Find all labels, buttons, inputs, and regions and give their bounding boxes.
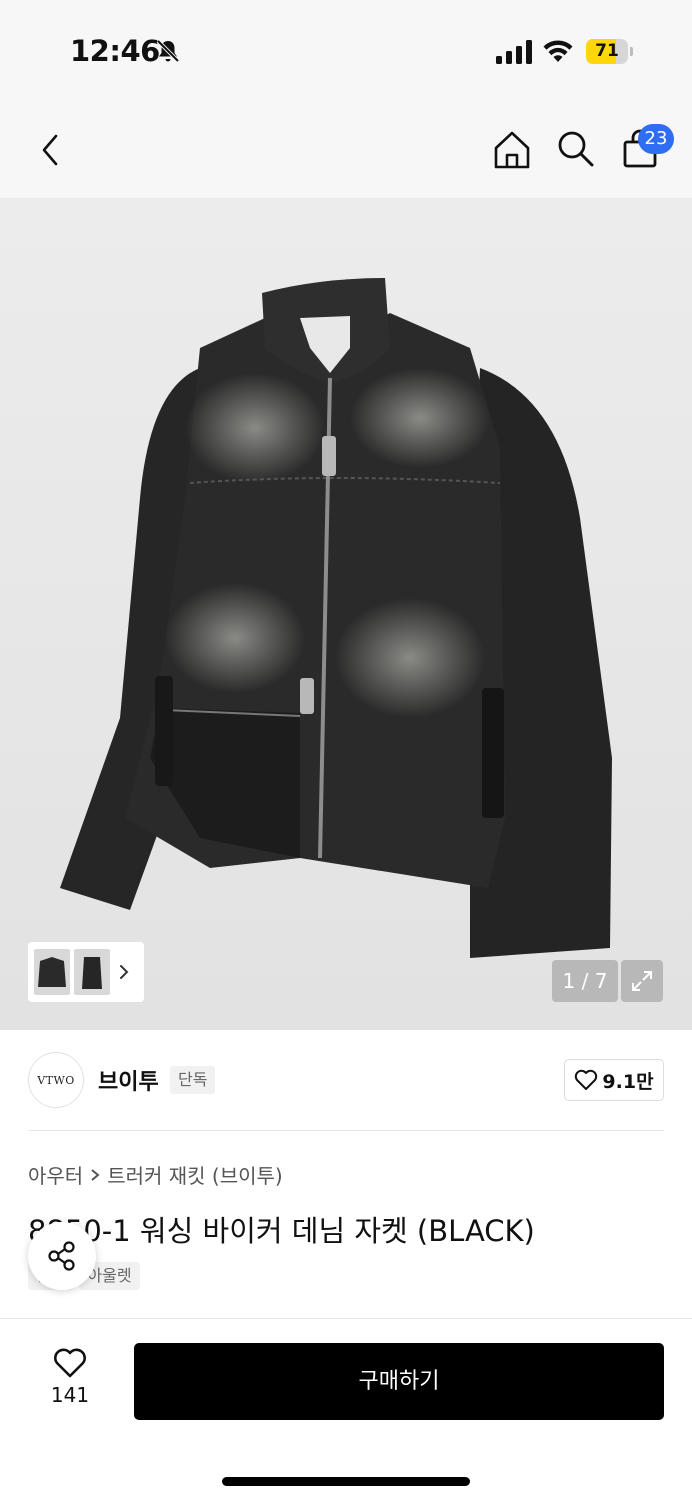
buy-button[interactable]: 구매하기 <box>134 1343 664 1420</box>
expand-icon <box>632 971 652 991</box>
share-icon <box>48 1241 75 1271</box>
divider <box>28 1130 664 1131</box>
brand-row[interactable]: VTWO 브이투 단독 9.1만 <box>28 1052 664 1110</box>
heart-icon <box>575 1069 598 1090</box>
wishlist-button[interactable]: 141 <box>30 1347 110 1417</box>
heart-icon <box>54 1348 86 1378</box>
back-button[interactable] <box>28 128 72 172</box>
chevron-right-icon <box>91 1168 100 1181</box>
product-image[interactable] <box>0 198 692 1030</box>
chevron-right-icon <box>120 965 129 979</box>
battery-cap <box>630 47 633 56</box>
home-indicator[interactable] <box>222 1477 470 1486</box>
battery-icon: 71 <box>586 39 633 64</box>
battery-level: 71 <box>595 41 619 61</box>
wifi-icon <box>543 40 573 62</box>
bottom-action-bar: 141 구매하기 <box>0 1318 692 1500</box>
thumbnail-strip[interactable] <box>28 942 144 1002</box>
brand-like-button[interactable]: 9.1만 <box>564 1059 664 1101</box>
signal-icon <box>496 40 532 64</box>
brand-logo[interactable]: VTWO <box>28 1052 84 1108</box>
thumbnail-next-button[interactable] <box>114 949 134 995</box>
status-time: 12:46 <box>70 34 160 68</box>
cart-badge: 23 <box>638 124 674 154</box>
breadcrumb-subcategory[interactable]: 트러커 재킷 (브이투) <box>107 1160 283 1189</box>
chevron-left-icon <box>42 134 58 166</box>
wishlist-count: 141 <box>50 1383 90 1407</box>
brand-like-count: 9.1만 <box>602 1070 654 1093</box>
thumbnail-1[interactable] <box>34 949 70 995</box>
breadcrumb: 아우터 트러커 재킷 (브이투) <box>28 1160 283 1189</box>
search-icon[interactable] <box>553 126 597 170</box>
bell-slash-icon <box>156 39 180 63</box>
thumbnail-2[interactable] <box>74 949 110 995</box>
share-button[interactable] <box>28 1222 96 1290</box>
nav-bar <box>0 100 692 198</box>
product-gallery[interactable]: 1 / 7 <box>0 198 692 1030</box>
status-bar: 12:46 71 <box>0 0 692 100</box>
brand-name[interactable]: 브이투 <box>98 1064 159 1096</box>
home-icon[interactable] <box>490 128 534 172</box>
product-title: 8850-1 워싱 바이커 데님 자켓 (BLACK) <box>28 1214 535 1248</box>
expand-button[interactable] <box>621 960 663 1002</box>
brand-exclusive-tag: 단독 <box>170 1066 216 1094</box>
page-counter: 1 / 7 <box>552 960 618 1002</box>
breadcrumb-category[interactable]: 아우터 <box>28 1160 83 1189</box>
battery-body: 71 <box>586 39 628 64</box>
